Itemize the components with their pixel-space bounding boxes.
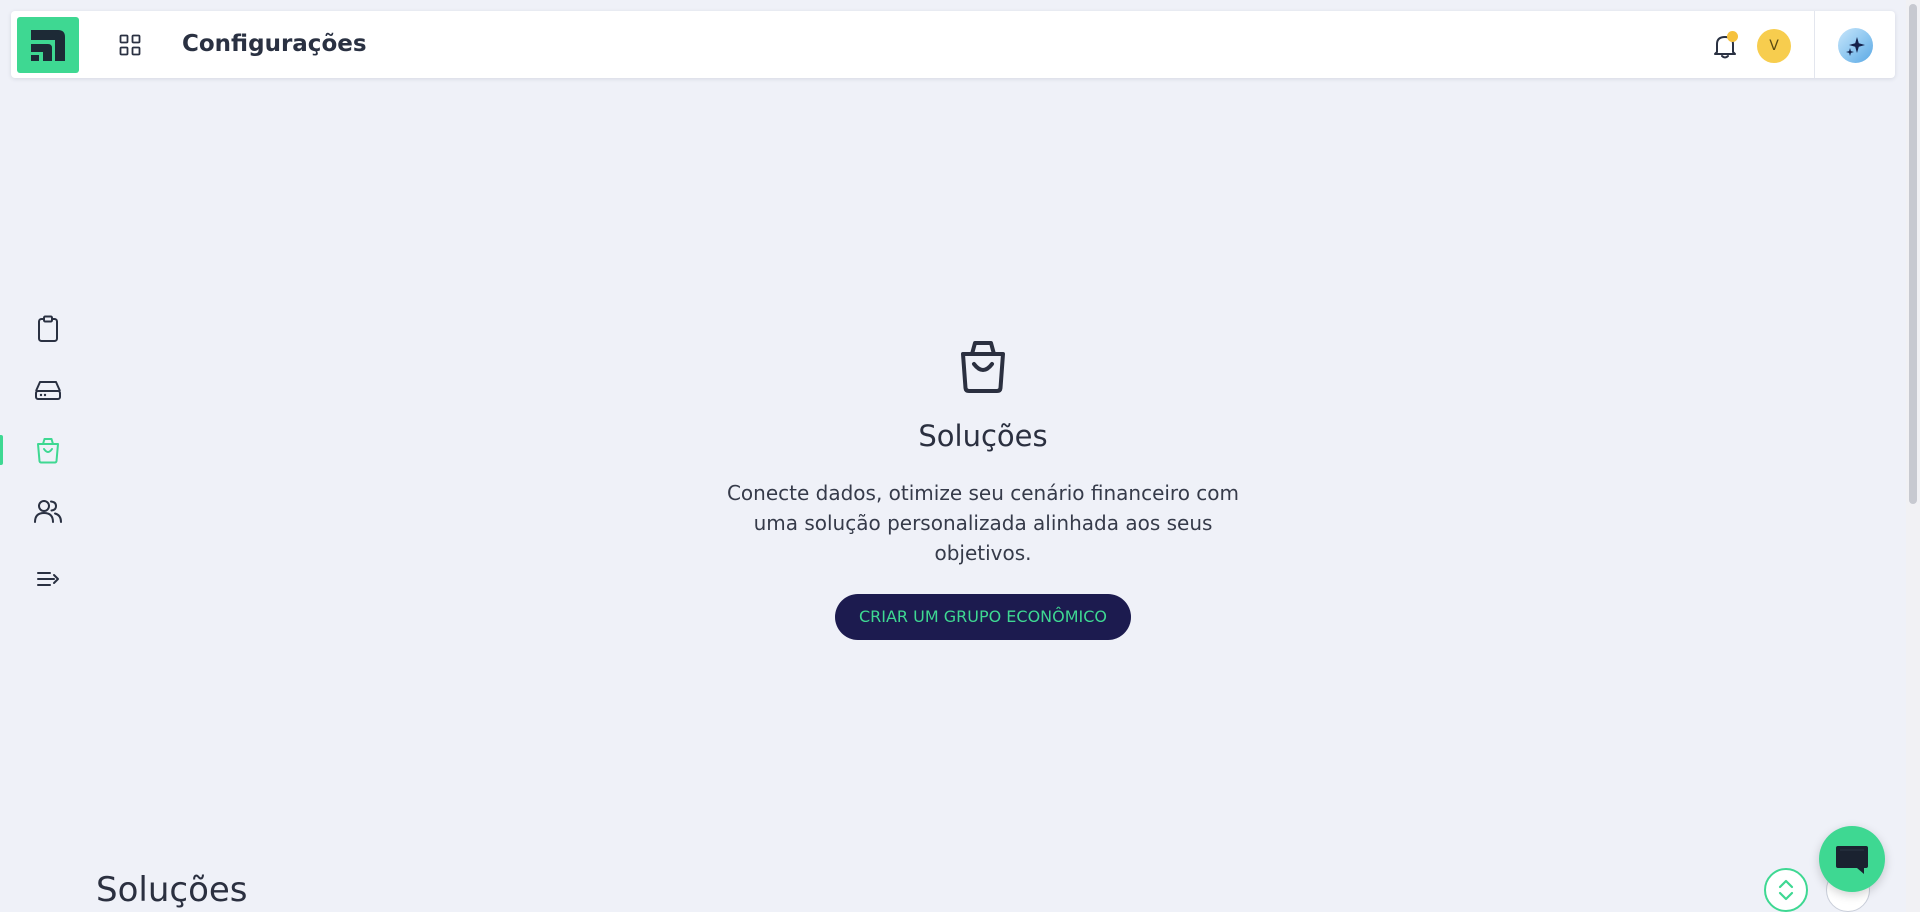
notification-badge <box>1727 31 1738 42</box>
hard-drive-icon <box>35 381 61 400</box>
scrollbar-thumb[interactable] <box>1909 4 1917 504</box>
chat-bubble-icon <box>1836 846 1868 874</box>
top-header: Configurações V <box>11 11 1895 78</box>
empty-state-title: Soluções <box>918 419 1048 453</box>
scroll-toggle-button[interactable] <box>1764 868 1808 912</box>
chat-support-button[interactable] <box>1819 826 1885 892</box>
apps-grid-button[interactable] <box>115 30 145 60</box>
page-scrollbar[interactable] <box>1906 0 1920 912</box>
shopping-bag-icon <box>37 438 59 464</box>
chevron-up-down-icon <box>1778 879 1794 901</box>
empty-state-icon-wrapper <box>683 338 1283 394</box>
sidebar-expand-button[interactable] <box>28 559 68 599</box>
notifications-button[interactable] <box>1708 29 1742 63</box>
sidebar-item-solutions[interactable] <box>28 430 68 470</box>
header-divider <box>1814 11 1815 78</box>
active-nav-indicator <box>0 435 3 465</box>
sidebar-item-storage[interactable] <box>28 370 68 410</box>
logo-mark-icon <box>31 30 65 61</box>
users-icon <box>34 500 62 523</box>
sparkles-icon <box>1845 36 1865 56</box>
ai-assistant-button[interactable] <box>1838 28 1873 63</box>
brand-logo[interactable] <box>17 17 79 73</box>
empty-state: Soluções Conecte dados, otimize seu cená… <box>683 338 1283 640</box>
page-title: Configurações <box>182 31 367 57</box>
user-avatar[interactable]: V <box>1757 29 1791 63</box>
grid-icon <box>119 34 141 56</box>
collapse-menu-icon <box>37 572 59 586</box>
sidebar-item-clipboard[interactable] <box>28 309 68 349</box>
shopping-bag-icon <box>961 341 1005 393</box>
empty-state-description: Conecte dados, otimize seu cenário finan… <box>726 481 1240 565</box>
create-economic-group-button[interactable]: CRIAR UM GRUPO ECONÔMICO <box>834 594 1132 640</box>
clipboard-icon <box>38 315 58 342</box>
sidebar-item-users[interactable] <box>28 491 68 531</box>
section-title: Soluções <box>96 870 248 910</box>
